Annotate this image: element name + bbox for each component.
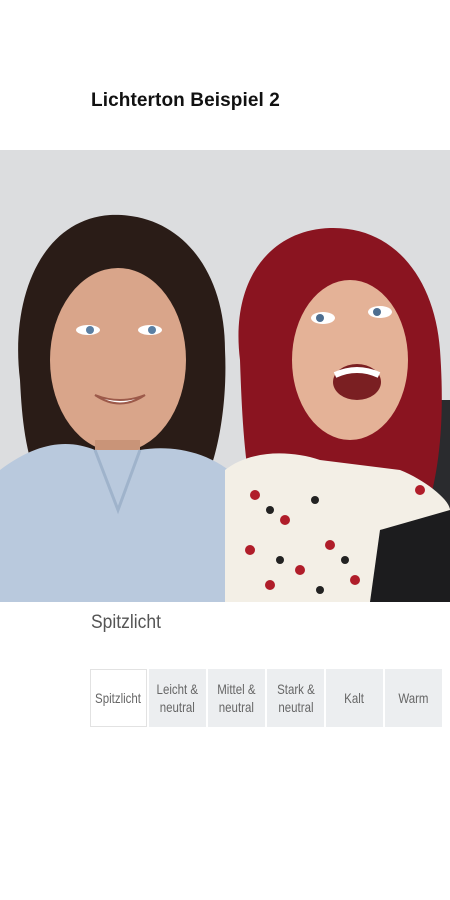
option-spitzlicht[interactable]: Spitzlicht <box>90 669 147 727</box>
option-mittel-neutral[interactable]: Mittel & neutral <box>208 669 265 727</box>
photo-illustration <box>0 150 450 602</box>
selected-option-caption: Spitzlicht <box>91 612 161 633</box>
option-leicht-neutral[interactable]: Leicht & neutral <box>149 669 206 727</box>
option-stark-neutral[interactable]: Stark & neutral <box>267 669 324 727</box>
page-title: Lichterton Beispiel 2 <box>91 90 280 111</box>
light-tone-options: Spitzlicht Leicht & neutral Mittel & neu… <box>90 669 442 727</box>
example-photo <box>0 150 450 602</box>
option-kalt[interactable]: Kalt <box>326 669 383 727</box>
option-warm[interactable]: Warm <box>385 669 442 727</box>
